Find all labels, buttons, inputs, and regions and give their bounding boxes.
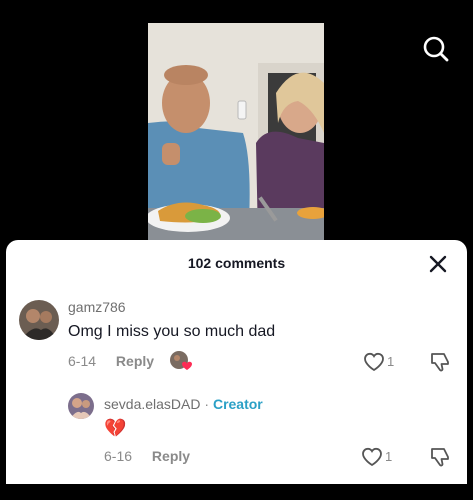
comment-text: Omg I miss you so much dad [68,323,276,340]
dislike-button[interactable] [429,446,451,468]
creator-badge: Creator [212,396,263,412]
like-button[interactable]: 1 [361,446,401,468]
comment-date: 6-14 [68,353,97,369]
thumbs-down-icon [431,353,449,372]
video-still-image [148,23,324,240]
reply-username[interactable]: sevda.elasDAD [104,396,201,412]
reply-date: 6-16 [104,448,133,464]
like-count: 1 [385,449,393,464]
comments-sheet: 102 comments gamz786 Omg I miss you so m… [6,240,467,484]
heart-icon [362,447,382,467]
search-button[interactable] [422,35,450,63]
video-frame[interactable] [148,23,324,240]
video-player[interactable] [0,0,473,240]
thumbs-down-icon [431,448,449,467]
comment-username[interactable]: gamz786 [68,299,126,315]
comment-item: gamz786 Omg I miss you so much dad 6-14 … [6,292,467,378]
reply-username-line: sevda.elasDAD · Creator [104,396,263,412]
comment-meta: 6-14 Reply [68,353,154,369]
separator-dot: · [204,396,210,412]
close-icon [429,255,447,273]
like-count: 1 [387,354,395,369]
reply-button[interactable]: Reply [152,448,190,464]
like-button[interactable]: 1 [363,351,403,373]
avatar-image [19,300,59,340]
creator-liked-icon [170,350,192,372]
reply-button[interactable]: Reply [116,353,154,369]
search-icon [423,36,449,62]
reply-item: sevda.elasDAD · Creator 💔 6-16 Reply 1 [6,386,467,476]
comments-count-title: 102 comments [187,255,286,271]
avatar[interactable] [68,393,94,419]
avatar[interactable] [19,300,59,340]
dislike-button[interactable] [429,351,451,373]
avatar-image [68,393,94,419]
heart-icon [364,352,384,372]
reply-text: 💔 [104,418,127,438]
comments-header: 102 comments [6,240,467,286]
reply-meta: 6-16 Reply [104,448,190,464]
close-button[interactable] [427,253,449,275]
